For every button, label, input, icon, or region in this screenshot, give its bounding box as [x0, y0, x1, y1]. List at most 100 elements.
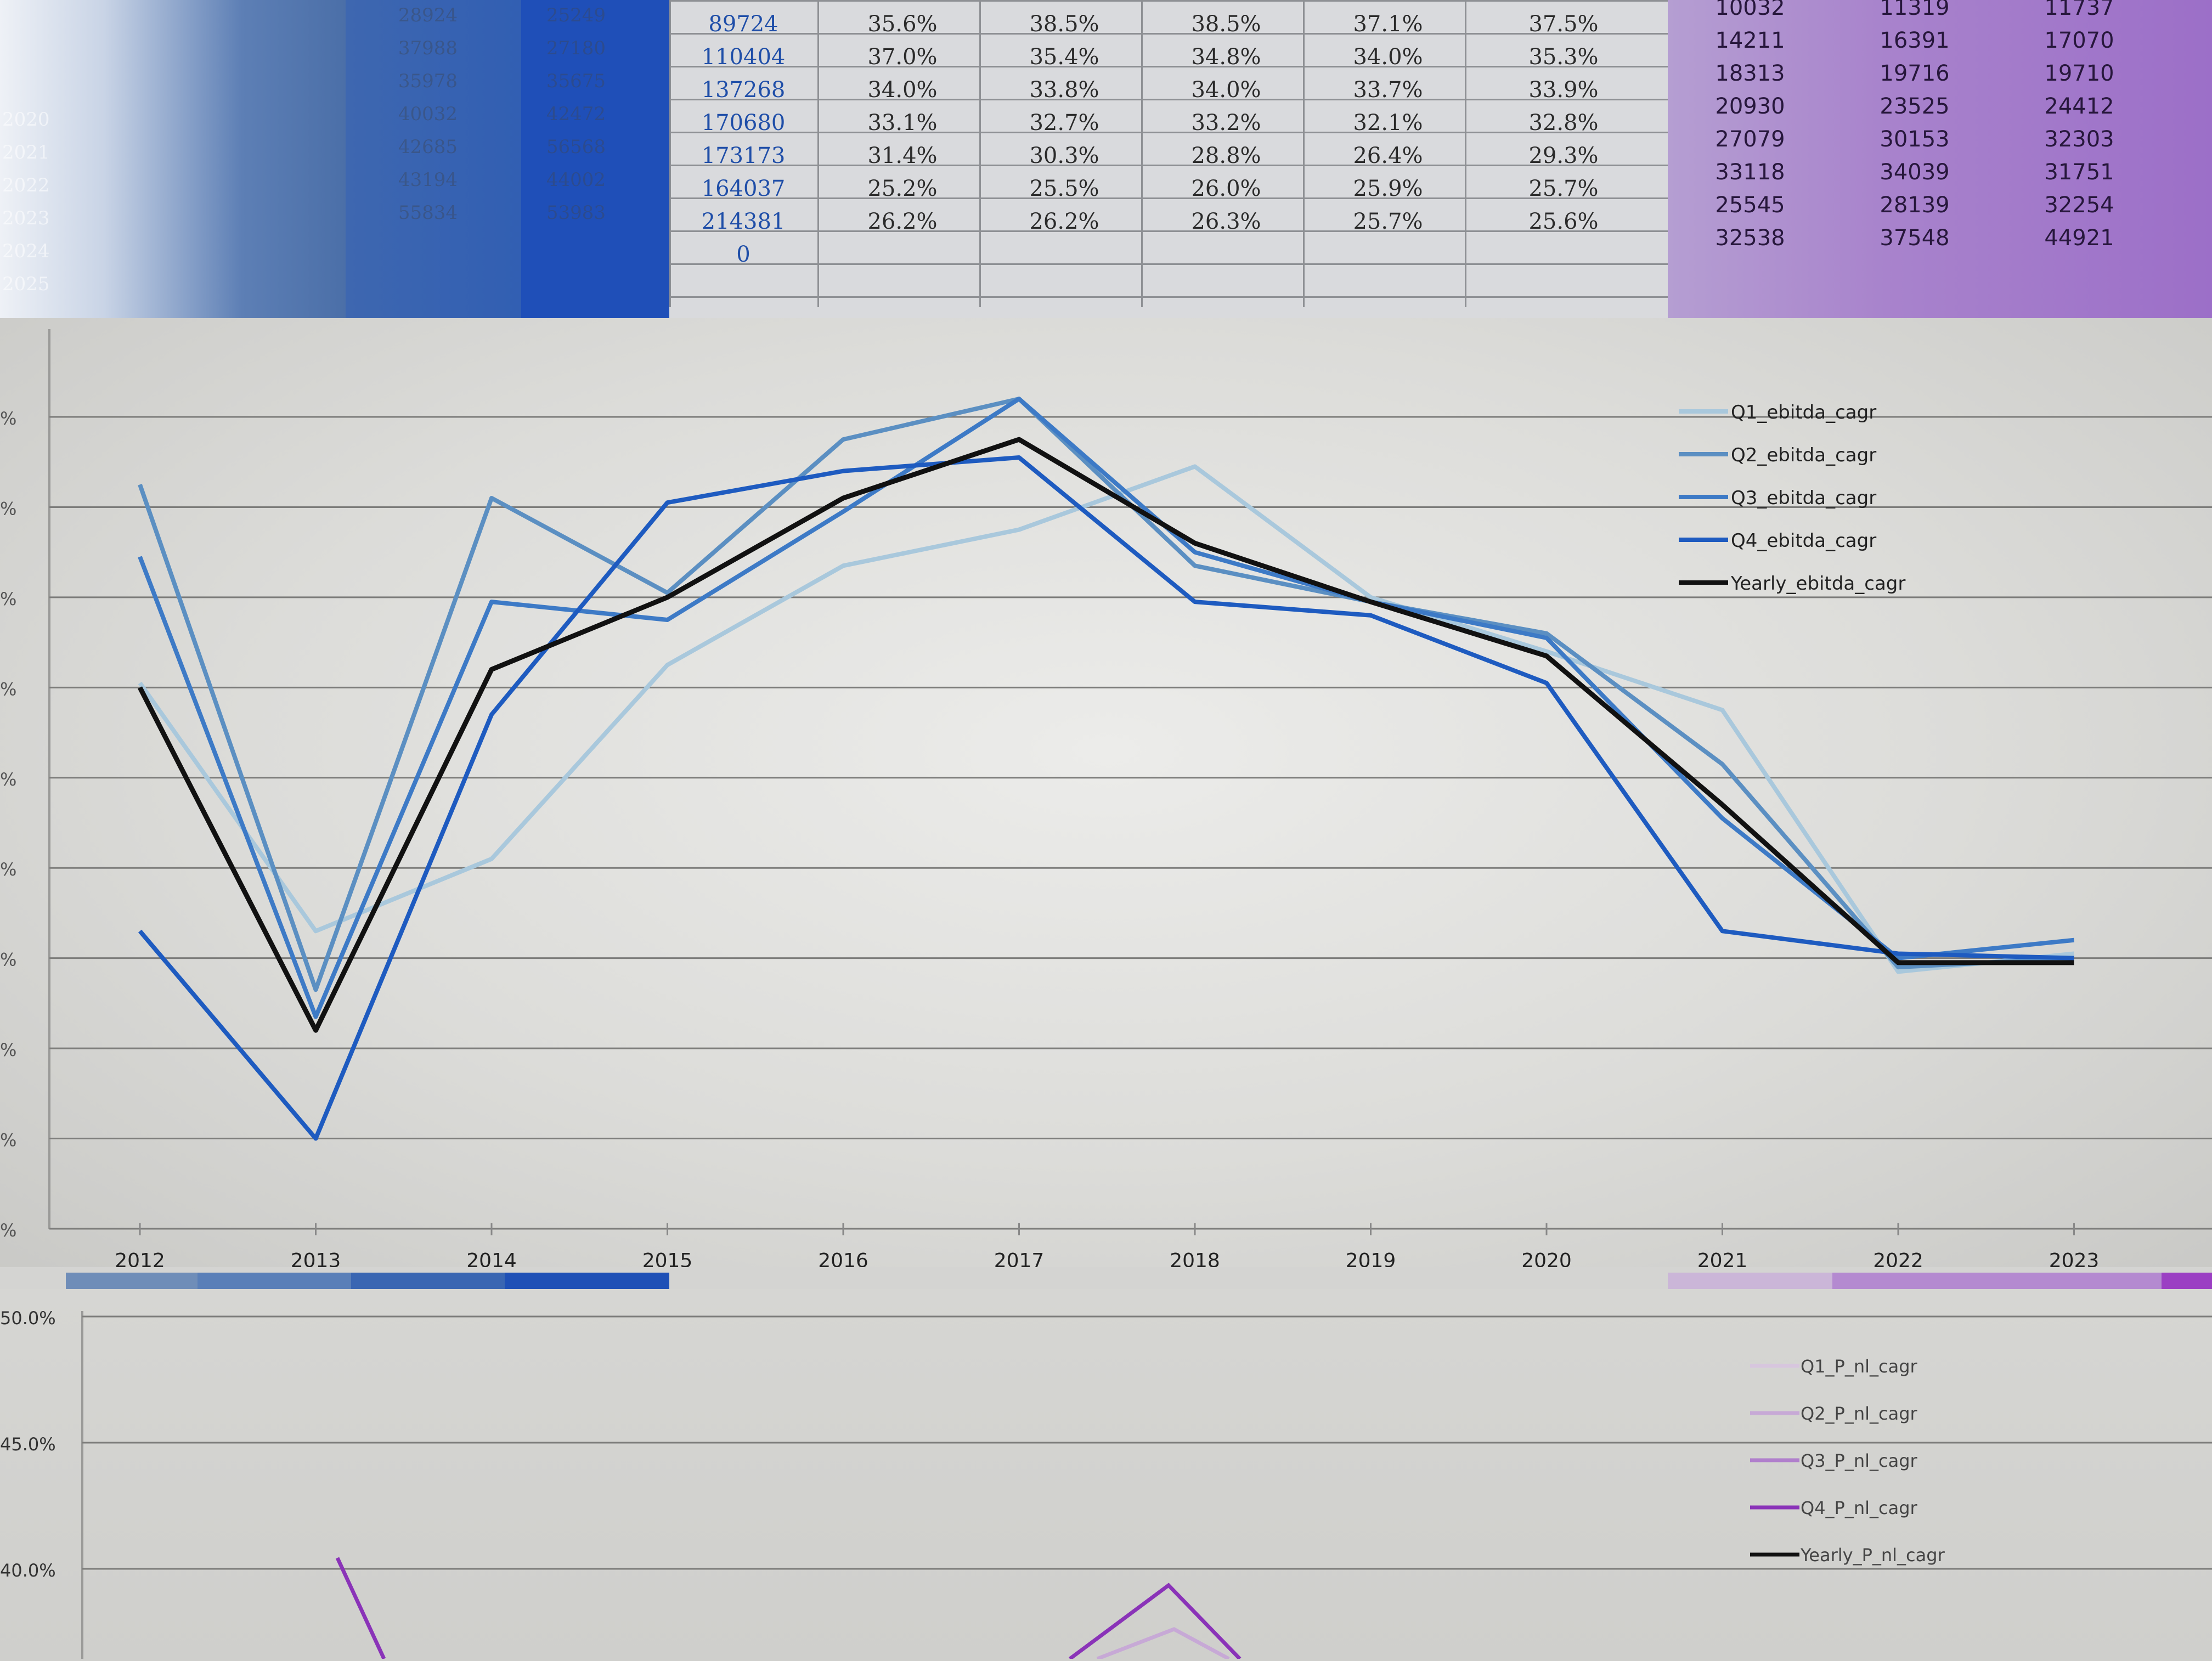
sheet-row-label[interactable]: 2022 — [2, 170, 63, 201]
sheet-cell[interactable]: 28924 — [379, 0, 477, 31]
pnl-cagr-chart[interactable]: 50.0% 45.0% 40.0% Q1_P_nl_cagr Q2_P_nl_cagr Q… — [0, 1289, 2212, 1661]
sheet-cell-revenue[interactable]: 137268 — [672, 75, 815, 105]
sheet-cell-purple[interactable]: 24412 — [2008, 91, 2151, 122]
sheet-cell-margin[interactable]: 26.3% — [1155, 206, 1297, 237]
sheet-cell[interactable]: 37988 — [379, 33, 477, 64]
sheet-cell-purple[interactable]: 17070 — [2008, 25, 2151, 56]
sheet-cell-purple[interactable]: 32254 — [2008, 190, 2151, 221]
ebitda-cagr-chart[interactable]: %%%%%%%%%% 2012 2013 2014 2015 2016 2017 2018 20… — [0, 318, 2212, 1278]
sheet-cell-purple[interactable]: 19716 — [1843, 58, 1986, 89]
sheet-cell-margin[interactable]: 37.5% — [1492, 9, 1635, 39]
sheet-cell-margin[interactable]: 26.2% — [993, 206, 1136, 237]
sheet-cell-margin[interactable]: 32.1% — [1317, 108, 1459, 138]
sheet-row-label[interactable]: 2023 — [2, 203, 63, 234]
sheet-cell-margin[interactable]: 34.0% — [831, 75, 974, 105]
sheet-cell-purple[interactable]: 16391 — [1843, 25, 1986, 56]
sheet-cell-margin[interactable]: 35.4% — [993, 42, 1136, 72]
sheet-cell[interactable]: 27180 — [527, 33, 625, 64]
sheet-cell-margin[interactable]: 25.7% — [1317, 206, 1459, 237]
sheet-cell-purple[interactable]: 11319 — [1843, 0, 1986, 23]
sheet-cell-margin[interactable]: 33.9% — [1492, 75, 1635, 105]
sheet-cell-margin[interactable]: 25.7% — [1492, 173, 1635, 204]
sheet-cell-margin[interactable]: 33.2% — [1155, 108, 1297, 138]
strip-seg — [505, 1273, 669, 1289]
sheet-gridline-col — [1303, 0, 1305, 307]
sheet-cell[interactable]: 40032 — [379, 99, 477, 129]
sheet-cell-margin[interactable]: 25.5% — [993, 173, 1136, 204]
sheet-cell-margin[interactable]: 35.3% — [1492, 42, 1635, 72]
sheet-row-label[interactable]: 2024 — [2, 236, 63, 267]
sheet-row-label[interactable]: 2020 — [2, 104, 63, 135]
sheet-cell-margin[interactable]: 25.6% — [1492, 206, 1635, 237]
sheet-gridline-col — [1465, 0, 1466, 307]
sheet-cell-purple[interactable]: 30153 — [1843, 124, 1986, 155]
sheet-cell-purple[interactable]: 14211 — [1679, 25, 1821, 56]
sheet-cell-margin[interactable]: 34.0% — [1317, 42, 1459, 72]
sheet-cell-margin[interactable]: 31.4% — [831, 140, 974, 171]
sheet-cell-purple[interactable]: 31751 — [2008, 157, 2151, 188]
sheet-cell-margin[interactable]: 32.8% — [1492, 108, 1635, 138]
sheet-cell-purple[interactable]: 37548 — [1843, 223, 1986, 253]
sheet-cell[interactable]: 56568 — [527, 132, 625, 162]
sheet-gridline-col — [669, 0, 671, 307]
sheet-cell-purple[interactable]: 33118 — [1679, 157, 1821, 188]
sheet-cell-margin[interactable]: 26.4% — [1317, 140, 1459, 171]
sheet-cell-margin[interactable]: 25.9% — [1317, 173, 1459, 204]
sheet-gridline-row — [669, 263, 1668, 265]
sheet-cell-revenue[interactable]: 89724 — [672, 9, 815, 39]
sheet-gridline-row — [669, 296, 1668, 298]
sheet-cell-revenue[interactable]: 0 — [672, 239, 815, 270]
sheet-cell-purple[interactable]: 19710 — [2008, 58, 2151, 89]
sheet-cell-purple[interactable]: 32303 — [2008, 124, 2151, 155]
sheet-cell-margin[interactable]: 33.8% — [993, 75, 1136, 105]
sheet-cell-revenue[interactable]: 164037 — [672, 173, 815, 204]
sheet-cell-purple[interactable]: 25545 — [1679, 190, 1821, 221]
sheet-cell[interactable]: 35675 — [527, 66, 625, 97]
sheet-cell-margin[interactable]: 37.0% — [831, 42, 974, 72]
y-tick-label: % — [0, 1039, 16, 1060]
sheet-cell-revenue[interactable]: 170680 — [672, 108, 815, 138]
sheet-cell-purple[interactable]: 20930 — [1679, 91, 1821, 122]
sheet-cell-margin[interactable]: 26.0% — [1155, 173, 1297, 204]
sheet-cell-purple[interactable]: 27079 — [1679, 124, 1821, 155]
sheet-cell[interactable]: 25249 — [527, 0, 625, 31]
sheet-cell-purple[interactable]: 11737 — [2008, 0, 2151, 23]
sheet-cell-margin[interactable]: 37.1% — [1317, 9, 1459, 39]
sheet-cell-revenue[interactable]: 110404 — [672, 42, 815, 72]
legend-label: Q3_ebitda_cagr — [1731, 487, 1876, 509]
sheet-cell[interactable]: 42472 — [527, 99, 625, 129]
sheet-cell-margin[interactable]: 30.3% — [993, 140, 1136, 171]
sheet-cell-margin[interactable]: 34.8% — [1155, 42, 1297, 72]
sheet-cell-margin[interactable]: 35.6% — [831, 9, 974, 39]
sheet-row-label[interactable]: 2021 — [2, 137, 63, 168]
sheet-cell-margin[interactable]: 28.8% — [1155, 140, 1297, 171]
y-tick-label: 45.0% — [0, 1434, 56, 1455]
sheet-cell-margin[interactable]: 33.1% — [831, 108, 974, 138]
sheet-cell-purple[interactable]: 23525 — [1843, 91, 1986, 122]
sheet-cell-margin[interactable]: 34.0% — [1155, 75, 1297, 105]
sheet-cell[interactable]: 35978 — [379, 66, 477, 97]
sheet-cell-purple[interactable]: 34039 — [1843, 157, 1986, 188]
sheet-row-label[interactable]: 2025 — [2, 269, 63, 300]
sheet-cell-purple[interactable]: 44921 — [2008, 223, 2151, 253]
sheet-cell-margin[interactable]: 26.2% — [831, 206, 974, 237]
sheet-cell-margin[interactable]: 33.7% — [1317, 75, 1459, 105]
sheet-cell-purple[interactable]: 18313 — [1679, 58, 1821, 89]
sheet-cell-margin[interactable]: 25.2% — [831, 173, 974, 204]
sheet-cell-margin[interactable]: 38.5% — [1155, 9, 1297, 39]
sheet-cell-margin[interactable]: 29.3% — [1492, 140, 1635, 171]
sheet-cell-margin[interactable]: 32.7% — [993, 108, 1136, 138]
sheet-cell[interactable]: 42685 — [379, 132, 477, 162]
strip-seg — [1832, 1273, 2162, 1289]
sheet-cell-revenue[interactable]: 173173 — [672, 140, 815, 171]
sheet-cell[interactable]: 55834 — [379, 197, 477, 228]
sheet-cell-purple[interactable]: 28139 — [1843, 190, 1986, 221]
sheet-cell[interactable]: 43194 — [379, 165, 477, 195]
sheet-cell-purple[interactable]: 10032 — [1679, 0, 1821, 23]
sheet-cell-revenue[interactable]: 214381 — [672, 206, 815, 237]
sheet-cell[interactable]: 53983 — [527, 197, 625, 228]
sheet-cell-purple[interactable]: 32538 — [1679, 223, 1821, 253]
sheet-cell[interactable]: 44002 — [527, 165, 625, 195]
sheet-cell-margin[interactable]: 38.5% — [993, 9, 1136, 39]
legend-label: Q1_ebitda_cagr — [1731, 402, 1876, 423]
